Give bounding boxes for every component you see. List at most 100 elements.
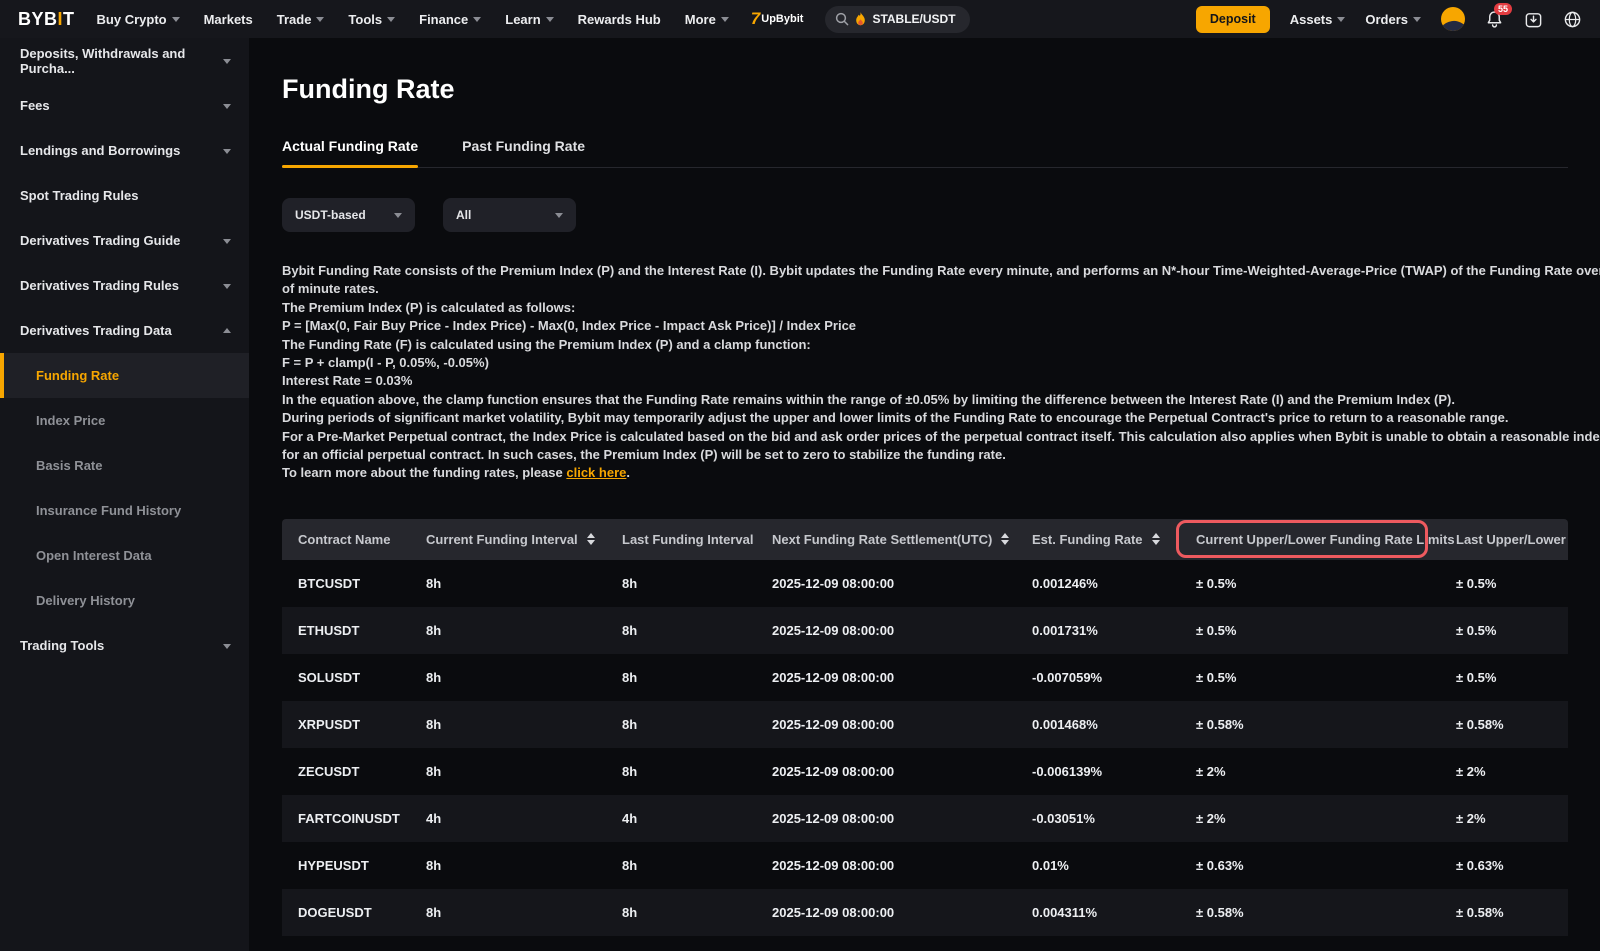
bybit-logo[interactable]: BYBIT <box>18 9 75 30</box>
nav-orders[interactable]: Orders <box>1365 12 1421 27</box>
language-globe-icon[interactable] <box>1563 10 1582 29</box>
sidebar: Deposits, Withdrawals and Purcha... Fees L… <box>0 38 249 951</box>
description-line: The Premium Index (P) is calculated as f… <box>282 299 1568 317</box>
download-icon[interactable] <box>1524 10 1543 29</box>
main-content: Funding Rate Actual Funding RatePast Fun… <box>249 38 1600 951</box>
nav-item-label: Trade <box>277 12 312 27</box>
sidebar-item-label: Spot Trading Rules <box>20 188 138 203</box>
sidebar-item-trading-tools[interactable]: Trading Tools <box>0 623 249 668</box>
table-cell: 2025-12-09 08:00:00 <box>772 905 1032 920</box>
nav-item-finance[interactable]: Finance <box>419 12 481 27</box>
table-cell: 2025-12-09 08:00:00 <box>772 576 1032 591</box>
chevron-down-icon <box>223 59 231 64</box>
table-cell: ± 0.58% <box>1196 905 1456 920</box>
sidebar-item-deposits-withdrawals-and-purcha[interactable]: Deposits, Withdrawals and Purcha... <box>0 38 249 83</box>
sidebar-item-label: Trading Tools <box>20 638 104 653</box>
chevron-down-icon <box>223 284 231 289</box>
table-row-xrpusdt[interactable]: XRPUSDT8h8h2025-12-09 08:00:000.001468%±… <box>282 701 1568 748</box>
column-header-current-funding-interval[interactable]: Current Funding Interval <box>426 532 622 547</box>
column-header-est-funding-rate[interactable]: Est. Funding Rate <box>1032 532 1196 547</box>
sidebar-item-derivatives-trading-data[interactable]: Derivatives Trading Data <box>0 308 249 353</box>
chevron-down-icon <box>1413 17 1421 22</box>
filters: USDT-based All <box>282 198 1568 232</box>
sidebar-item-index-price[interactable]: Index Price <box>0 398 249 443</box>
contract-name-cell: HYPEUSDT <box>298 858 426 873</box>
tab-actual-funding-rate[interactable]: Actual Funding Rate <box>282 138 418 167</box>
notification-badge: 55 <box>1494 3 1512 15</box>
column-header-label: Contract Name <box>298 532 390 547</box>
nav-item-rewards-hub[interactable]: Rewards Hub <box>578 12 661 27</box>
table-cell: 8h <box>622 717 772 732</box>
search-icon <box>835 12 849 26</box>
sidebar-item-spot-trading-rules[interactable]: Spot Trading Rules <box>0 173 249 218</box>
table-cell: ± 0.5% <box>1196 576 1456 591</box>
nav-item-trade[interactable]: Trade <box>277 12 325 27</box>
sidebar-item-fees[interactable]: Fees <box>0 83 249 128</box>
nav-item-buy-crypto[interactable]: Buy Crypto <box>97 12 180 27</box>
link-line-prefix: To learn more about the funding rates, p… <box>282 465 566 480</box>
upbybit-logo[interactable]: 7 UpBybit <box>751 9 804 29</box>
sidebar-item-derivatives-trading-guide[interactable]: Derivatives Trading Guide <box>0 218 249 263</box>
nav-item-tools[interactable]: Tools <box>348 12 395 27</box>
table-cell: -0.03051% <box>1032 811 1196 826</box>
table-cell: 2025-12-09 08:00:00 <box>772 764 1032 779</box>
table-row-btcusdt[interactable]: BTCUSDT8h8h2025-12-09 08:00:000.001246%±… <box>282 560 1568 607</box>
table-row-hypeusdt[interactable]: HYPEUSDT8h8h2025-12-09 08:00:000.01%± 0.… <box>282 842 1568 889</box>
sidebar-item-lendings-and-borrowings[interactable]: Lendings and Borrowings <box>0 128 249 173</box>
table-cell: 4h <box>426 811 622 826</box>
table-cell: -0.006139% <box>1032 764 1196 779</box>
sidebar-item-open-interest-data[interactable]: Open Interest Data <box>0 533 249 578</box>
description-line: For a Pre-Market Perpetual contract, the… <box>282 428 1568 446</box>
table-cell: ± 0.5% <box>1456 623 1568 638</box>
table-cell: 8h <box>622 623 772 638</box>
nav-item-learn[interactable]: Learn <box>505 12 553 27</box>
table-cell: -0.007059% <box>1032 670 1196 685</box>
search-box[interactable]: STABLE/USDT <box>825 6 969 33</box>
chevron-down-icon <box>546 17 554 22</box>
sidebar-item-basis-rate[interactable]: Basis Rate <box>0 443 249 488</box>
table-body: BTCUSDT8h8h2025-12-09 08:00:000.001246%±… <box>282 560 1568 936</box>
description-line: In the equation above, the clamp functio… <box>282 391 1568 409</box>
contract-name-cell: BTCUSDT <box>298 576 426 591</box>
nav-item-label: Buy Crypto <box>97 12 167 27</box>
table-cell: 4h <box>622 811 772 826</box>
table-row-fartcoinusdt[interactable]: FARTCOINUSDT4h4h2025-12-09 08:00:00-0.03… <box>282 795 1568 842</box>
table-row-dogeusdt[interactable]: DOGEUSDT8h8h2025-12-09 08:00:000.004311%… <box>282 889 1568 936</box>
contract-name-cell: SOLUSDT <box>298 670 426 685</box>
sort-icon[interactable] <box>1152 533 1160 545</box>
table-cell: 0.001731% <box>1032 623 1196 638</box>
chevron-down-icon <box>387 17 395 22</box>
user-avatar[interactable] <box>1441 7 1465 31</box>
tab-past-funding-rate[interactable]: Past Funding Rate <box>462 138 585 167</box>
nav-item-label: Rewards Hub <box>578 12 661 27</box>
nav-item-more[interactable]: More <box>685 12 729 27</box>
table-row-solusdt[interactable]: SOLUSDT8h8h2025-12-09 08:00:00-0.007059%… <box>282 654 1568 701</box>
click-here-link[interactable]: click here <box>566 465 626 480</box>
sidebar-item-insurance-fund-history[interactable]: Insurance Fund History <box>0 488 249 533</box>
sidebar-item-funding-rate[interactable]: Funding Rate <box>0 353 249 398</box>
description-line: Bybit Funding Rate consists of the Premi… <box>282 262 1568 280</box>
nav-item-markets[interactable]: Markets <box>204 12 253 27</box>
table-cell: 2025-12-09 08:00:00 <box>772 623 1032 638</box>
chevron-down-icon <box>223 149 231 154</box>
nav-assets[interactable]: Assets <box>1290 12 1346 27</box>
sort-icon[interactable] <box>1001 533 1009 545</box>
table-row-zecusdt[interactable]: ZECUSDT8h8h2025-12-09 08:00:00-0.006139%… <box>282 748 1568 795</box>
sort-icon[interactable] <box>587 533 595 545</box>
sidebar-item-label: Derivatives Trading Data <box>20 323 172 338</box>
sidebar-item-delivery-history[interactable]: Delivery History <box>0 578 249 623</box>
sidebar-item-derivatives-trading-rules[interactable]: Derivatives Trading Rules <box>0 263 249 308</box>
column-header-label: Est. Funding Rate <box>1032 532 1143 547</box>
sidebar-item-label: Funding Rate <box>36 368 119 383</box>
tabs: Actual Funding Rate Past Funding Rate <box>282 138 1568 168</box>
contract-filter-dropdown[interactable]: All <box>443 198 576 232</box>
sidebar-item-label: Derivatives Trading Guide <box>20 233 180 248</box>
deposit-button[interactable]: Deposit <box>1196 6 1270 33</box>
nav-item-label: Tools <box>348 12 382 27</box>
nav-item-label: Markets <box>204 12 253 27</box>
settlement-asset-dropdown[interactable]: USDT-based <box>282 198 415 232</box>
table-row-ethusdt[interactable]: ETHUSDT8h8h2025-12-09 08:00:000.001731%±… <box>282 607 1568 654</box>
sidebar-item-label: Fees <box>20 98 50 113</box>
notifications-button[interactable]: 55 <box>1485 10 1504 29</box>
column-header-next-funding-rate-settlement-utc[interactable]: Next Funding Rate Settlement(UTC) <box>772 532 1032 547</box>
